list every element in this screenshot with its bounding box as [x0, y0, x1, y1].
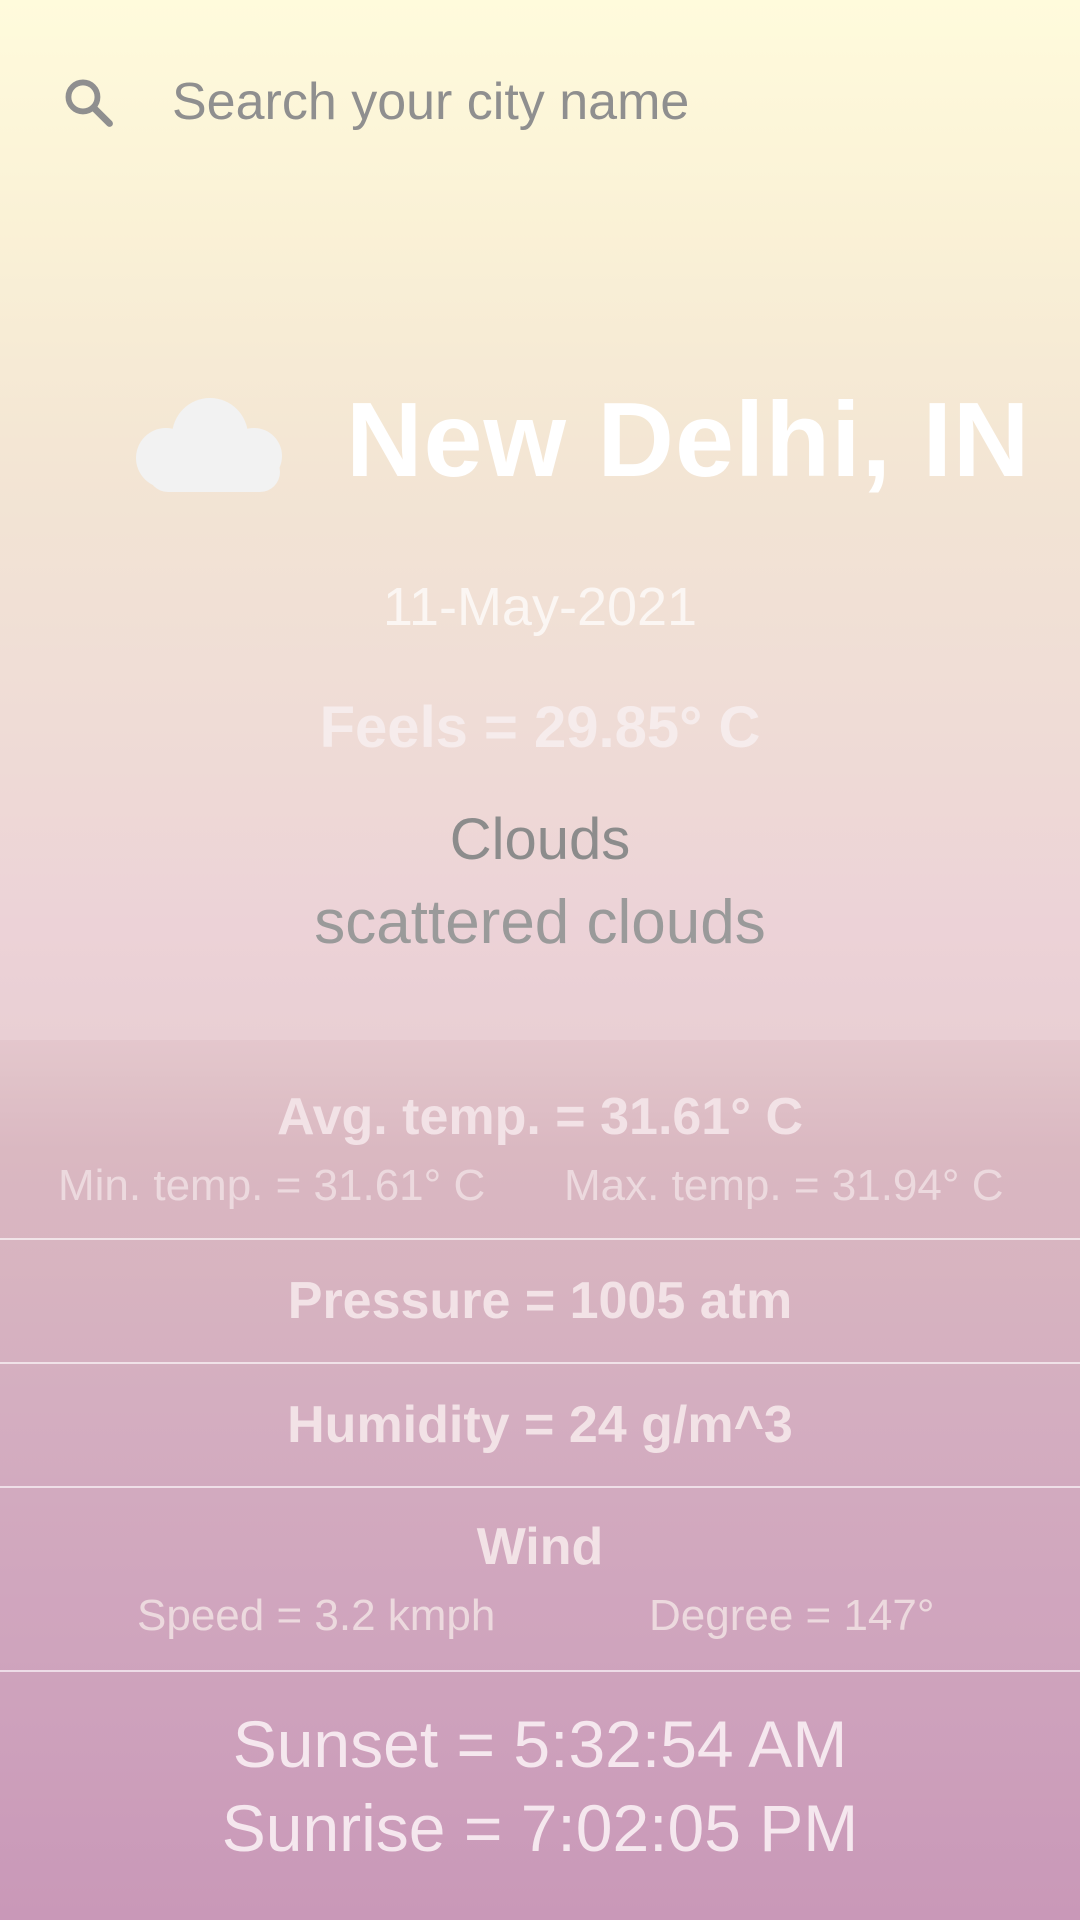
- min-temp-text: Min. temp. = 31.61° C: [58, 1161, 486, 1210]
- search-icon[interactable]: [60, 74, 118, 132]
- stats-panel: Avg. temp. = 31.61° C Min. temp. = 31.61…: [0, 1040, 1080, 1920]
- avg-temp-text: Avg. temp. = 31.61° C: [276, 1088, 804, 1146]
- city-name: New Delhi, IN: [346, 381, 1031, 499]
- search-input[interactable]: [172, 66, 1032, 138]
- search-bar: [0, 0, 1080, 205]
- weather-description: scattered clouds: [314, 888, 766, 957]
- sun-section: Sunset = 5:32:54 AM Sunrise = 7:02:05 PM: [0, 1672, 1080, 1920]
- humidity-section: Humidity = 24 g/m^3: [0, 1364, 1080, 1486]
- humidity-text: Humidity = 24 g/m^3: [287, 1396, 793, 1454]
- sunset-text: Sunset = 5:32:54 AM: [232, 1707, 848, 1781]
- wind-section: Wind Speed = 3.2 kmph Degree = 147°: [0, 1488, 1080, 1670]
- feels-like-text: Feels = 29.85° C: [319, 695, 761, 760]
- sunrise-text: Sunrise = 7:02:05 PM: [221, 1791, 859, 1865]
- wind-title: Wind: [476, 1518, 604, 1576]
- pressure-text: Pressure = 1005 atm: [287, 1272, 793, 1330]
- date-text: 11-May-2021: [382, 577, 698, 637]
- cloud-icon: [136, 398, 282, 492]
- pressure-section: Pressure = 1005 atm: [0, 1240, 1080, 1362]
- wind-speed-text: Speed = 3.2 kmph: [137, 1591, 496, 1640]
- temperature-section: Avg. temp. = 31.61° C Min. temp. = 31.61…: [0, 1040, 1080, 1238]
- max-temp-text: Max. temp. = 31.94° C: [564, 1161, 1004, 1210]
- city-header: New Delhi, IN: [0, 370, 1080, 510]
- wind-degree-text: Degree = 147°: [649, 1591, 935, 1640]
- weather-condition: Clouds: [449, 807, 631, 872]
